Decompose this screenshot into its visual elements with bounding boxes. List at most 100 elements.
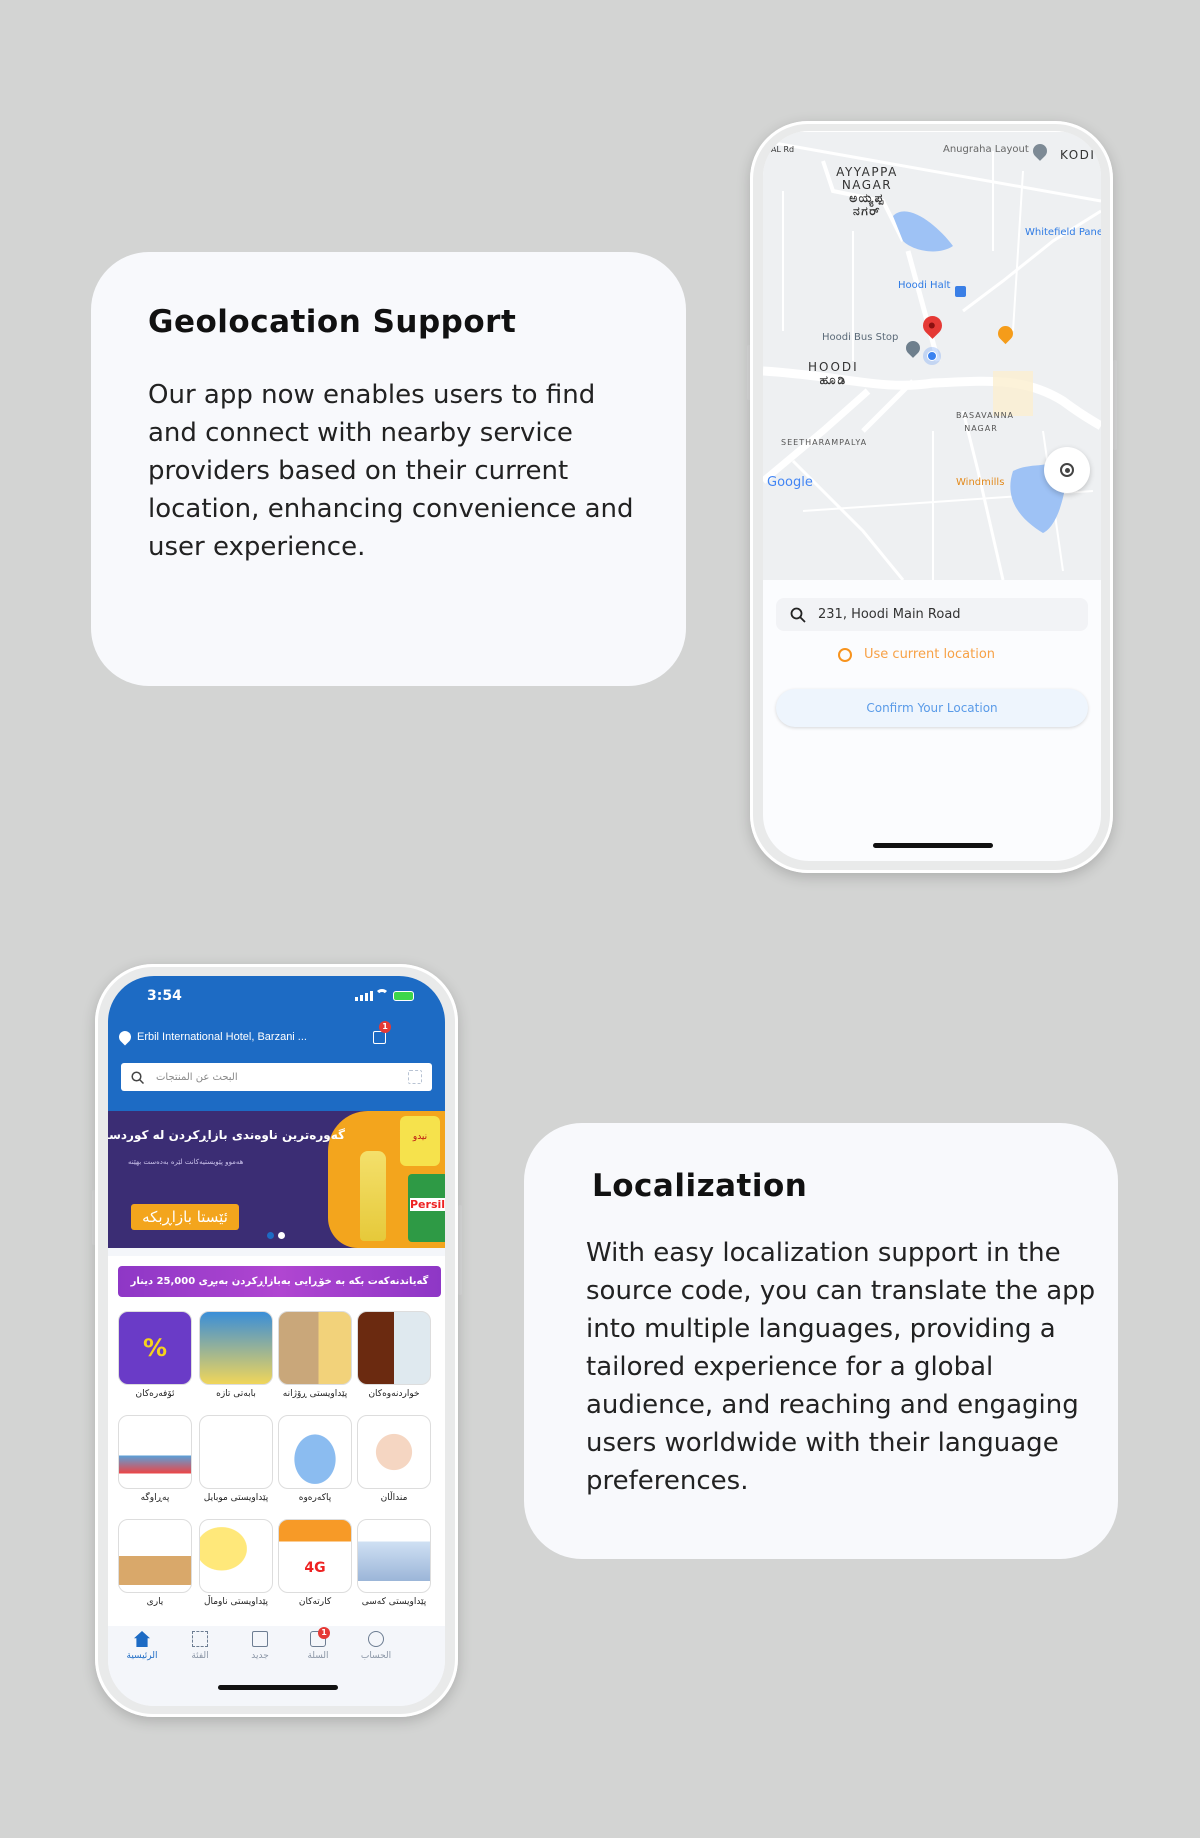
cable-image <box>199 1415 273 1489</box>
map-label-ayyappa-kn: ಅಯ್ಯಪ್ಪ ನಗರ್ <box>849 191 885 218</box>
current-location-dot <box>923 347 941 365</box>
category-tile[interactable]: خواردنەوەکان <box>357 1311 431 1407</box>
train-station-icon <box>955 286 966 297</box>
persil-pack-image: Persil <box>408 1174 445 1242</box>
home-indicator <box>218 1685 338 1690</box>
battery-icon <box>393 991 414 1001</box>
cart-nav-badge: 1 <box>318 1627 330 1639</box>
category-tile[interactable]: منداڵان <box>357 1415 431 1511</box>
search-icon <box>131 1070 144 1084</box>
free-delivery-strip[interactable]: گەیاندنەکەت بکە بە خۆڕایی بەبازاڕکردن بە… <box>118 1266 441 1297</box>
map-label-hoodi-text: HOODI <box>808 360 859 374</box>
category-label: بابەتی تازە <box>216 1389 256 1399</box>
nav-item-bag[interactable]: 1 السلة <box>288 1627 348 1661</box>
category-label: منداڵان <box>380 1493 408 1503</box>
map-label-hal: HAL Rd <box>765 145 795 154</box>
carousel-dot-active[interactable] <box>267 1232 274 1239</box>
cards-glyph: 4G <box>304 1560 326 1576</box>
category-tile[interactable]: پاکەرەوە <box>278 1415 352 1511</box>
address-search-field[interactable]: 231, Hoodi Main Road <box>776 598 1088 631</box>
category-tile[interactable]: بابەتی تازە <box>199 1311 273 1407</box>
map-label-hoodi-halt: Hoodi Halt <box>898 280 951 291</box>
carousel-dot[interactable] <box>278 1232 285 1239</box>
store-icon <box>252 1631 268 1647</box>
cart-button[interactable]: 1 <box>373 1021 391 1044</box>
category-label: پاکەرەوە <box>298 1493 332 1503</box>
drinks-image <box>357 1311 431 1385</box>
category-tile[interactable]: پێداویستی ناوماڵ <box>199 1519 273 1615</box>
map-label-basavanna: BASAVANNA NAGAR <box>956 411 1015 433</box>
bag-icon: 1 <box>310 1627 330 1647</box>
app-header: 3:54 Erbil International Hotel, Barzani … <box>108 976 445 1111</box>
home-icon <box>134 1631 150 1647</box>
detergent-image <box>278 1415 352 1489</box>
nav-label: الرئيسية <box>126 1651 158 1661</box>
category-label: کارتەکان <box>298 1597 332 1607</box>
scan-icon[interactable] <box>408 1070 422 1084</box>
wifi-icon <box>375 989 389 1003</box>
category-label: پێداویستی ناوماڵ <box>203 1597 269 1607</box>
offers-image: % <box>118 1311 192 1385</box>
geolocation-title: Geolocation Support <box>148 304 517 340</box>
nido-label: نیدو <box>412 1132 428 1142</box>
banner-subline: هەموو پێویستیەکانت لێرە بەدەست بهێنە <box>128 1158 244 1166</box>
category-tile[interactable]: پەڕاوگە <box>118 1415 192 1511</box>
confirm-location-button[interactable]: Confirm Your Location <box>776 689 1088 727</box>
search-placeholder: البحث عن المنتجات <box>156 1071 238 1083</box>
map-screen: HAL Rd AYYAPPA NAGAR ಅಯ್ಯಪ್ಪ ನಗರ್ Anugrah… <box>763 131 1101 861</box>
map-label-whitefield: Whitefield Panel <box>1025 227 1101 238</box>
nav-item-home[interactable]: الرئيسية <box>112 1631 172 1661</box>
use-current-location-button[interactable]: Use current location <box>838 647 995 662</box>
promo-banner[interactable]: نیدو Persil گەورەترین ناوەندی بازاڕکردن … <box>108 1111 445 1248</box>
category-tile[interactable]: 4G کارتەکان <box>278 1519 352 1615</box>
nav-label: الفئة <box>191 1651 209 1661</box>
geolocation-card: Geolocation Support Our app now enables … <box>91 252 686 686</box>
nav-item-store[interactable]: جديد <box>230 1631 290 1661</box>
localization-title: Localization <box>592 1168 808 1204</box>
toys-image <box>118 1519 192 1593</box>
category-label: پەڕاوگە <box>140 1493 170 1503</box>
map-label-anugraha: Anugraha Layout <box>943 144 1029 155</box>
map-label-hoodi: HOODI ಹೂಡಿ <box>808 361 859 387</box>
shop-screen: 3:54 Erbil International Hotel, Barzani … <box>108 976 445 1706</box>
grid-icon <box>192 1631 208 1647</box>
address-value: 231, Hoodi Main Road <box>818 607 961 622</box>
search-icon <box>790 607 806 623</box>
location-pin-icon <box>116 1028 134 1046</box>
map-label-kodi: KODI <box>1060 148 1096 162</box>
oil-bottle-image <box>360 1151 386 1241</box>
nav-label: جديد <box>251 1651 269 1661</box>
nav-item-account[interactable]: الحساب <box>346 1631 406 1661</box>
crosshair-icon <box>838 647 852 662</box>
map-label-windmills: Windmills <box>956 477 1005 488</box>
nav-item-grid[interactable]: الفئة <box>170 1631 230 1661</box>
category-label: پێداویستی ڕۆژانە <box>282 1389 348 1399</box>
category-tile[interactable]: یاری <box>118 1519 192 1615</box>
map-label-ayyappa: AYYAPPA NAGAR ಅಯ್ಯಪ್ಪ ನಗರ್ <box>836 166 898 218</box>
map-label-hoodi-bus: Hoodi Bus Stop <box>822 332 899 343</box>
lamp-image <box>199 1519 273 1593</box>
phone-shop: 3:54 Erbil International Hotel, Barzani … <box>95 964 458 1717</box>
category-tile[interactable]: پێداویستی ڕۆژانە <box>278 1311 352 1407</box>
nav-label: الحساب <box>360 1651 392 1661</box>
nav-label: السلة <box>307 1651 329 1661</box>
delivery-location[interactable]: Erbil International Hotel, Barzani ... <box>137 1031 307 1043</box>
banner-headline: گەورەترین ناوەندی بازاڕکردن لە کوردستان <box>108 1128 345 1142</box>
category-tile[interactable]: پێداویستی موبایل <box>199 1415 273 1511</box>
google-logo: Google <box>767 475 813 490</box>
category-label: پێداویستی موبایل <box>203 1493 269 1503</box>
use-current-location-label: Use current location <box>864 647 996 662</box>
phone-side-button <box>1113 360 1117 450</box>
map-view[interactable]: HAL Rd AYYAPPA NAGAR ಅಯ್ಯಪ್ಪ ನಗರ್ Anugrah… <box>763 131 1101 580</box>
shop-now-button[interactable]: ئێستا بازاڕبکە <box>131 1204 239 1230</box>
category-tile[interactable]: پێداویستی کەسی <box>357 1519 431 1615</box>
persil-label: Persil <box>410 1198 445 1211</box>
stationery-image <box>118 1415 192 1489</box>
product-search-field[interactable]: البحث عن المنتجات <box>121 1063 432 1091</box>
my-location-button[interactable] <box>1044 447 1090 493</box>
category-label: خواردنەوەکان <box>368 1389 420 1399</box>
category-tile[interactable]: % ئۆفەرەکان <box>118 1311 192 1407</box>
confirm-location-label: Confirm Your Location <box>866 701 998 715</box>
localization-card: Localization With easy localization supp… <box>524 1123 1118 1559</box>
status-time: 3:54 <box>147 988 182 1004</box>
